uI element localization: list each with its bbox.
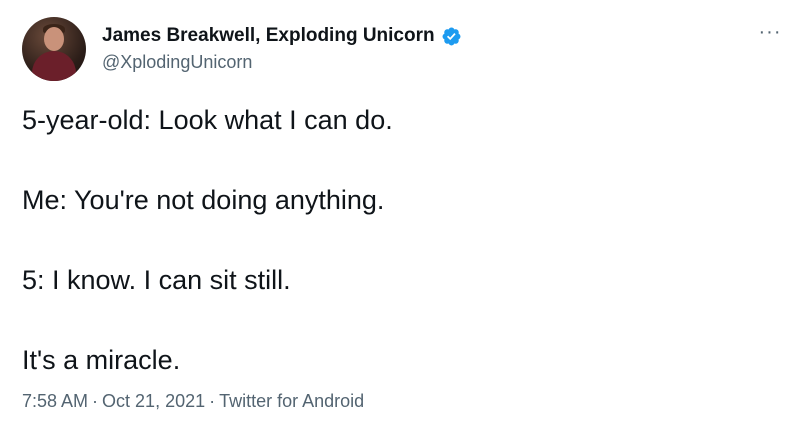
avatar-body: [32, 51, 76, 81]
tweet-card: James Breakwell, Exploding Unicorn @Xplo…: [0, 0, 800, 435]
tweet-line: Me: You're not doing anything.: [22, 185, 385, 215]
name-row: James Breakwell, Exploding Unicorn: [102, 24, 462, 48]
tweet-line: 5-year-old: Look what I can do.: [22, 105, 393, 135]
more-icon[interactable]: ···: [758, 20, 782, 44]
meta-separator: ·: [92, 391, 99, 411]
tweet-time[interactable]: 7:58 AM: [22, 391, 88, 411]
avatar-head: [44, 27, 64, 51]
tweet-date[interactable]: Oct 21, 2021: [102, 391, 205, 411]
tweet-line: It's a miracle.: [22, 345, 181, 375]
meta-separator: ·: [209, 391, 216, 411]
author-block: James Breakwell, Exploding Unicorn @Xplo…: [102, 24, 462, 74]
tweet-line: 5: I know. I can sit still.: [22, 265, 291, 295]
verified-badge-icon: [441, 26, 462, 47]
avatar[interactable]: [22, 17, 86, 81]
tweet-text: 5-year-old: Look what I can do. Me: You'…: [22, 102, 772, 378]
tweet-meta: 7:58 AM · Oct 21, 2021 · Twitter for Android: [22, 389, 364, 413]
author-handle[interactable]: @XplodingUnicorn: [102, 50, 462, 74]
author-display-name[interactable]: James Breakwell, Exploding Unicorn: [102, 24, 435, 48]
tweet-source[interactable]: Twitter for Android: [219, 391, 364, 411]
tweet-header: James Breakwell, Exploding Unicorn @Xplo…: [22, 14, 762, 84]
